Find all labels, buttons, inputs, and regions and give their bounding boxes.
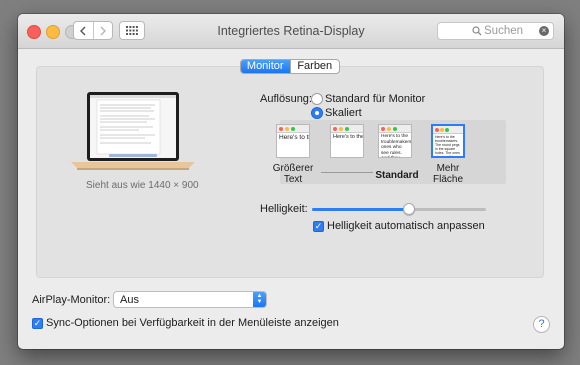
search-icon xyxy=(472,26,482,36)
search-field[interactable]: Suchen × xyxy=(437,22,554,40)
radio-default[interactable] xyxy=(311,93,323,105)
scale-label-larger-text: Größerer Text xyxy=(272,163,314,185)
clear-search-icon[interactable]: × xyxy=(539,26,549,36)
brightness-slider[interactable] xyxy=(312,208,486,211)
auto-brightness-label: Helligkeit automatisch anpassen xyxy=(327,220,485,232)
radio-default-label: Standard für Monitor xyxy=(325,93,426,105)
scale-option-larger-text[interactable]: Here's to the troublemak xyxy=(276,124,310,158)
scale-sample-text: Here's to the troublemakers. The round p… xyxy=(435,135,460,158)
scale-option-more-space[interactable]: Here's to the troublemakers. The round p… xyxy=(431,124,465,158)
scale-option-2[interactable]: Here's to the troublemakers ones who xyxy=(330,124,364,158)
resolution-label: Auflösung: xyxy=(260,93,312,105)
radio-scaled-label: Skaliert xyxy=(325,107,362,119)
search-placeholder: Suchen xyxy=(484,25,524,37)
auto-brightness-checkbox[interactable]: ✓ xyxy=(313,221,324,232)
airplay-select[interactable]: Aus ▲ ▼ xyxy=(113,291,267,308)
laptop-preview-image xyxy=(71,92,195,170)
airplay-select-value: Aus xyxy=(120,294,139,306)
radio-scaled[interactable] xyxy=(311,107,323,119)
scale-option-standard[interactable]: Here's to the troublemakers ones who see… xyxy=(378,124,412,158)
tab-farben[interactable]: Farben xyxy=(289,60,340,73)
chevron-updown-icon: ▲ ▼ xyxy=(253,292,266,307)
sync-options-checkbox[interactable]: ✓ xyxy=(32,318,43,329)
tab-bar: Monitor Farben xyxy=(240,59,340,74)
brightness-label: Helligkeit: xyxy=(260,203,308,215)
scale-sample-text: Here's to the troublemak xyxy=(279,134,309,141)
tab-monitor[interactable]: Monitor xyxy=(241,60,290,73)
scale-sample-text: Here's to the troublemakers ones who see… xyxy=(381,134,412,157)
scale-sample-text: Here's to the troublemakers ones who xyxy=(333,134,364,140)
brightness-slider-fill xyxy=(312,208,410,211)
preferences-window: Integriertes Retina-Display Suchen × Mon… xyxy=(18,14,564,349)
scale-label-standard: Standard xyxy=(375,170,419,181)
title-bar: Integriertes Retina-Display Suchen × xyxy=(18,14,564,49)
help-button[interactable]: ? xyxy=(533,316,550,333)
scale-divider xyxy=(321,172,373,173)
airplay-label: AirPlay-Monitor: xyxy=(32,294,111,306)
scale-label-more-space: Mehr Fläche xyxy=(432,163,463,185)
resolution-caption: Sieht aus wie 1440 × 900 xyxy=(86,180,199,191)
sync-options-label: Sync-Optionen bei Verfügbarkeit in der M… xyxy=(46,317,339,329)
